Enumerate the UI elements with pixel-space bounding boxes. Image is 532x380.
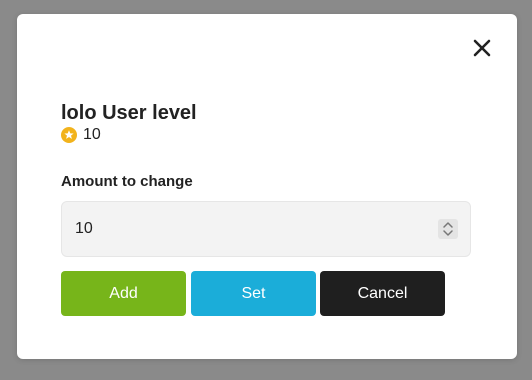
- close-icon: [473, 39, 491, 57]
- star-icon: [61, 127, 77, 143]
- cancel-button[interactable]: Cancel: [320, 271, 445, 316]
- spinner-arrows-icon: [443, 222, 453, 236]
- amount-stepper[interactable]: [438, 219, 458, 239]
- set-button[interactable]: Set: [191, 271, 316, 316]
- amount-label: Amount to change: [61, 173, 193, 190]
- dialog-title: lolo User level: [61, 102, 197, 124]
- add-button[interactable]: Add: [61, 271, 186, 316]
- level-value: 10: [83, 126, 101, 143]
- level-change-dialog: lolo User level 10 Amount to change Add …: [17, 14, 517, 359]
- current-level: 10: [61, 125, 101, 145]
- close-button[interactable]: [472, 38, 492, 58]
- amount-field[interactable]: [61, 201, 471, 257]
- amount-input[interactable]: [62, 202, 432, 256]
